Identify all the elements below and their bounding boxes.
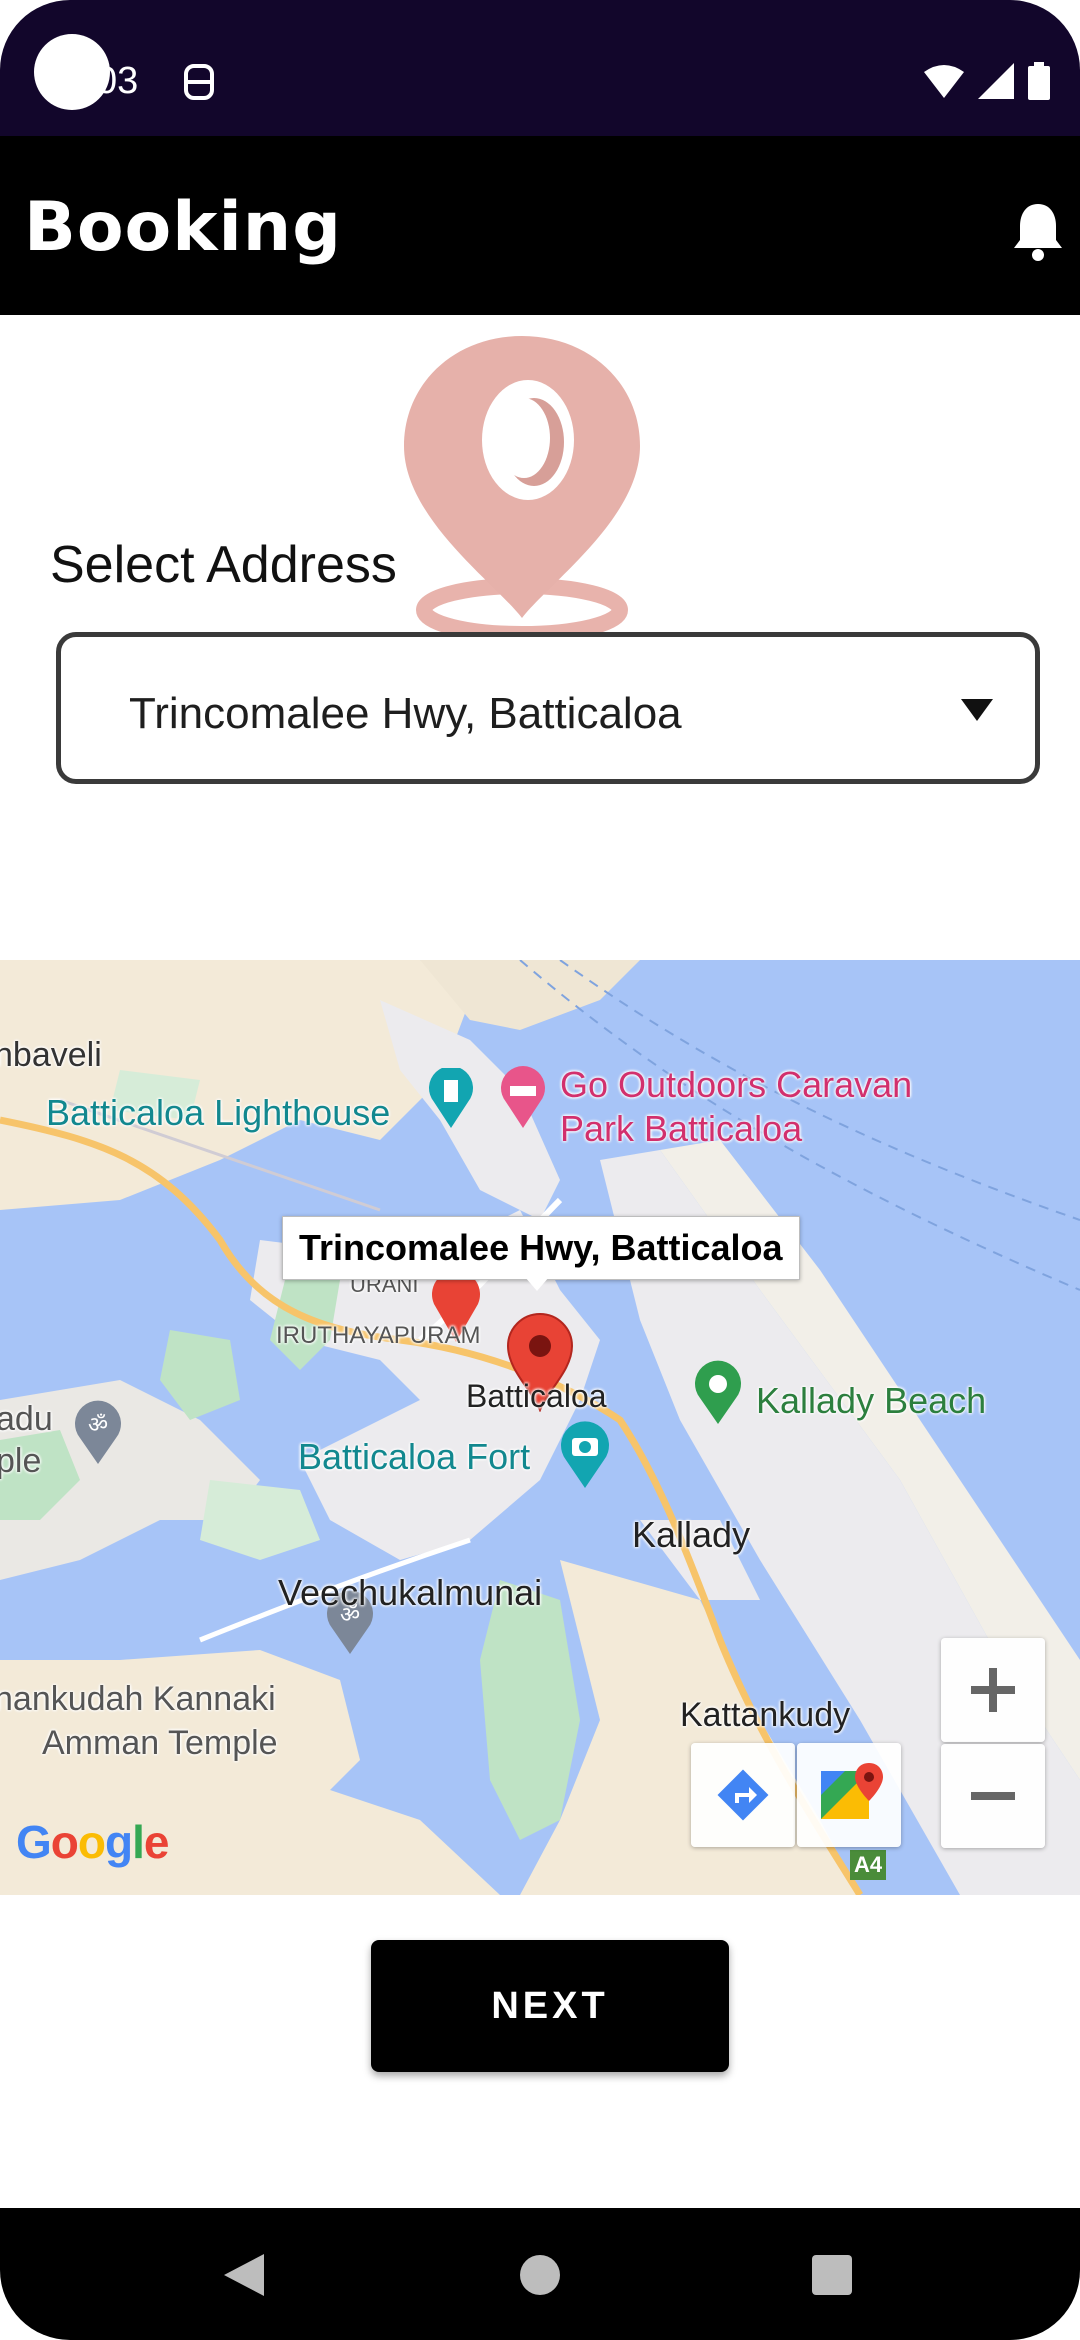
map-label: Amman Temple [42, 1724, 278, 1762]
map-label: Kallady Beach [756, 1380, 987, 1421]
page-title: Booking [24, 188, 342, 267]
home-icon[interactable] [520, 2255, 560, 2295]
map-label: Kallady [632, 1514, 751, 1555]
lighthouse-icon[interactable] [424, 1068, 478, 1130]
info-window-tail [525, 1277, 549, 1291]
map-view[interactable]: ॐ ॐ nbaveli Batticaloa Lighthouse Go Out… [0, 960, 1080, 1895]
battery-icon [1028, 62, 1050, 100]
svg-text:ॐ: ॐ [88, 1412, 108, 1437]
map-label: Batticaloa Lighthouse [46, 1092, 391, 1133]
signal-icon [978, 63, 1014, 99]
status-bar: 03 [0, 0, 1080, 136]
map-label: IRUTHAYAPURAM [276, 1322, 481, 1349]
map-label: nankudah Kannaki [0, 1680, 276, 1718]
marker-info-window[interactable]: Trincomalee Hwy, Batticaloa [282, 1216, 800, 1280]
back-icon[interactable] [222, 2252, 266, 2298]
map-label: Park Batticaloa [560, 1108, 803, 1149]
map-label: adu [0, 1400, 53, 1438]
app-bar: Booking [0, 136, 1080, 315]
temple-icon[interactable]: ॐ [70, 1400, 126, 1466]
park-icon[interactable] [690, 1360, 746, 1426]
status-icons [924, 60, 1050, 102]
zoom-out-button[interactable] [941, 1744, 1045, 1848]
sim-icon [184, 64, 214, 100]
camera-poi-icon[interactable] [556, 1420, 614, 1490]
directions-button[interactable] [691, 1743, 795, 1847]
map-label: ple [0, 1442, 42, 1480]
zoom-in-button[interactable] [941, 1638, 1045, 1742]
selected-address: Trincomalee Hwy, Batticaloa [129, 689, 682, 738]
address-dropdown[interactable]: Trincomalee Hwy, Batticaloa [56, 632, 1040, 784]
plus-icon [971, 1668, 1015, 1712]
bell-icon[interactable] [1010, 200, 1066, 262]
map-label: Veechukalmunai [278, 1572, 543, 1613]
select-address-label: Select Address [50, 536, 397, 594]
road-shield: A4 [850, 1850, 887, 1880]
map-label: Go Outdoors Caravan [560, 1064, 913, 1105]
location-pin-illustration [404, 336, 640, 632]
status-time: 03 [96, 60, 139, 102]
map-label: Batticaloa [466, 1378, 607, 1414]
map-label: Kattankudy [680, 1696, 851, 1734]
dropdown-arrow-icon [961, 699, 993, 721]
google-logo: Google [16, 1816, 169, 1868]
phone-screen: 03 Booking Select Address Trincomalee Hw… [0, 0, 1080, 2340]
wifi-icon [924, 65, 964, 98]
map-label: nbaveli [0, 1036, 102, 1074]
navigation-bar [0, 2208, 1080, 2340]
recents-icon[interactable] [812, 2255, 852, 2295]
hotel-icon[interactable] [496, 1066, 550, 1130]
map-label: Batticaloa Fort [298, 1436, 531, 1477]
minus-icon [971, 1792, 1015, 1800]
open-in-maps-button[interactable] [797, 1743, 901, 1847]
directions-icon [717, 1769, 769, 1821]
google-maps-icon [821, 1763, 883, 1819]
next-button[interactable]: NEXT [371, 1940, 729, 2072]
